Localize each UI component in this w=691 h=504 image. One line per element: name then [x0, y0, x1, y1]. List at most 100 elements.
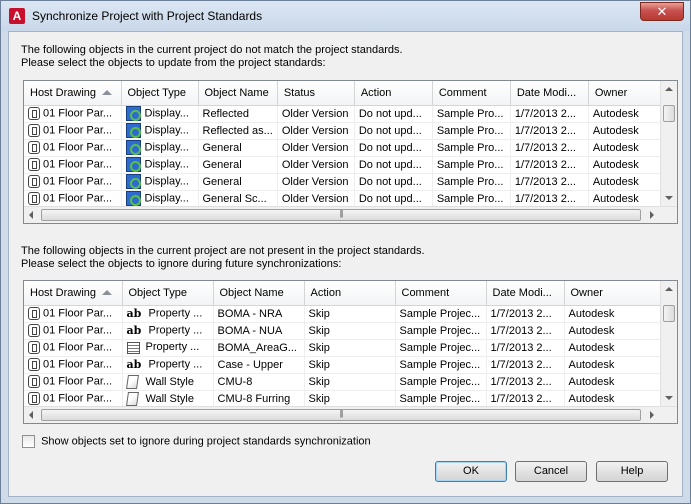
table-row[interactable]: 01 Floor Par... ab Property ... Case - Uppe… — [24, 356, 663, 374]
cell-action: Do not upd... — [354, 122, 433, 140]
scroll-left-arrow-icon[interactable] — [29, 211, 33, 219]
drawing-icon — [28, 124, 40, 137]
cell-name: General Sc... — [198, 190, 278, 208]
cell-text: Older Version — [281, 124, 349, 137]
close-button[interactable]: ✕ — [640, 2, 684, 21]
column-header[interactable]: Status — [277, 81, 355, 106]
cell-text: Property ... — [148, 358, 203, 371]
autocad-app-icon: A — [9, 8, 25, 24]
cell-text: Do not upd... — [358, 175, 422, 188]
show-ignored-checkbox[interactable] — [22, 435, 35, 448]
title-bar[interactable]: A Synchronize Project with Project Stand… — [1, 1, 690, 31]
scroll-up-arrow-icon[interactable] — [665, 87, 673, 91]
missing-objects-grid[interactable]: Host Drawing Object Type Object Name Action… — [23, 280, 678, 424]
mismatch-objects-grid[interactable]: Host Drawing Object Type Object Name Status… — [23, 80, 678, 224]
cell-date: 1/7/2013 2... — [486, 339, 565, 357]
scroll-thumb[interactable] — [41, 209, 641, 221]
cell-action: Do not upd... — [354, 190, 433, 208]
dialog-title: Synchronize Project with Project Standar… — [32, 9, 263, 23]
column-header[interactable]: Comment — [395, 281, 487, 306]
display-config-icon — [125, 140, 141, 155]
column-header[interactable]: Host Drawing — [24, 81, 122, 106]
scroll-left-arrow-icon[interactable] — [29, 411, 33, 419]
cell-text: BOMA - NUA — [217, 324, 283, 337]
missing-grid-horizontal-scrollbar[interactable] — [24, 406, 677, 423]
cell-comment: Sample Pro... — [432, 122, 511, 140]
cell-text: Display... — [144, 158, 189, 171]
cell-status: Older Version — [277, 105, 355, 123]
table-row[interactable]: 01 Floor Par... Wall Style CMU-8 Furring Sk… — [24, 390, 663, 408]
cell-date: 1/7/2013 2... — [510, 105, 589, 123]
ok-button[interactable]: OK — [435, 461, 507, 482]
cell-owner: Autodesk — [564, 305, 663, 323]
mismatch-grid-vertical-scrollbar[interactable] — [660, 81, 677, 206]
column-header[interactable]: Action — [304, 281, 396, 306]
table-row[interactable]: 01 Floor Par... Display... General Sc... Ol… — [24, 190, 664, 208]
cell-text: Sample Projec... — [399, 341, 481, 354]
help-button[interactable]: Help — [596, 461, 668, 482]
table-row[interactable]: 01 Floor Par... ab Property ... BOMA - NUA S… — [24, 322, 663, 340]
column-header[interactable]: Owner — [564, 281, 663, 306]
column-header[interactable]: Object Type — [121, 81, 199, 106]
cell-comment: Sample Projec... — [395, 390, 487, 408]
drawing-icon — [28, 341, 40, 354]
cell-text: BOMA_AreaG... — [217, 341, 297, 354]
scroll-up-arrow-icon[interactable] — [665, 287, 673, 291]
cancel-button[interactable]: Cancel — [515, 461, 587, 482]
scroll-thumb[interactable] — [663, 105, 675, 122]
cell-owner: Autodesk — [564, 373, 663, 391]
column-header[interactable]: Object Name — [198, 81, 278, 106]
scroll-right-arrow-icon[interactable] — [650, 211, 654, 219]
cell-text: 01 Floor Par... — [43, 324, 113, 337]
cell-text: Skip — [308, 324, 330, 337]
cell-comment: Sample Pro... — [432, 156, 511, 174]
missing-grid-vertical-scrollbar[interactable] — [660, 281, 677, 406]
table-row[interactable]: 01 Floor Par... Wall Style CMU-8 Skip Sample… — [24, 373, 663, 391]
table-row[interactable]: 01 Floor Par... Display... Reflected Older … — [24, 105, 664, 123]
column-header[interactable]: Action — [354, 81, 433, 106]
scroll-down-arrow-icon[interactable] — [665, 196, 673, 200]
cell-host: 01 Floor Par... — [24, 139, 122, 157]
cell-text: Autodesk — [568, 358, 615, 371]
cell-text: 1/7/2013 2... — [514, 124, 576, 137]
scroll-thumb[interactable] — [41, 409, 641, 421]
column-header[interactable]: Date Modi... — [510, 81, 589, 106]
column-header-label: Host Drawing — [30, 286, 97, 299]
scroll-down-arrow-icon[interactable] — [665, 396, 673, 400]
cell-name: BOMA - NUA — [213, 322, 305, 340]
cell-text: Do not upd... — [358, 124, 422, 137]
table-row[interactable]: 01 Floor Par... Display... General Older Ve… — [24, 173, 664, 191]
show-ignored-label[interactable]: Show objects set to ignore during projec… — [41, 435, 371, 447]
cell-owner: Autodesk — [564, 356, 663, 374]
table-row[interactable]: 01 Floor Par... Display... General Older Ve… — [24, 139, 664, 157]
scroll-right-arrow-icon[interactable] — [650, 411, 654, 419]
cell-comment: Sample Pro... — [432, 105, 511, 123]
cell-action: Skip — [304, 356, 396, 374]
cell-text: Case - Upper — [217, 358, 283, 371]
mismatch-grid-horizontal-scrollbar[interactable] — [24, 206, 677, 223]
cell-text: Autodesk — [592, 124, 639, 137]
drawing-icon — [28, 141, 40, 154]
column-header[interactable]: Comment — [432, 81, 511, 106]
cell-comment: Sample Projec... — [395, 305, 487, 323]
table-row[interactable]: 01 Floor Par... Display... Reflected as...… — [24, 122, 664, 140]
cell-text: Reflected — [202, 107, 249, 120]
show-ignored-option[interactable]: Show objects set to ignore during projec… — [22, 435, 371, 448]
column-header[interactable]: Host Drawing — [24, 281, 123, 306]
cell-text: Older Version — [281, 107, 349, 120]
column-header-label: Object Type — [128, 286, 188, 299]
cell-text: Display... — [144, 141, 189, 154]
table-row[interactable]: 01 Floor Par... ab Property ... BOMA - NRA S… — [24, 305, 663, 323]
cell-type: Display... — [121, 190, 199, 208]
column-header[interactable]: Object Type — [122, 281, 214, 306]
cell-text: Sample Projec... — [399, 392, 481, 405]
column-header[interactable]: Owner — [588, 81, 664, 106]
table-row[interactable]: 01 Floor Par... Display... General Older Ve… — [24, 156, 664, 174]
table-row[interactable]: 01 Floor Par... Property ... BOMA_AreaG...… — [24, 339, 663, 357]
column-header[interactable]: Object Name — [213, 281, 305, 306]
drawing-icon — [28, 358, 40, 371]
cell-owner: Autodesk — [564, 390, 663, 408]
scroll-thumb[interactable] — [663, 305, 675, 322]
column-header[interactable]: Date Modi... — [486, 281, 565, 306]
cell-status: Older Version — [277, 190, 355, 208]
